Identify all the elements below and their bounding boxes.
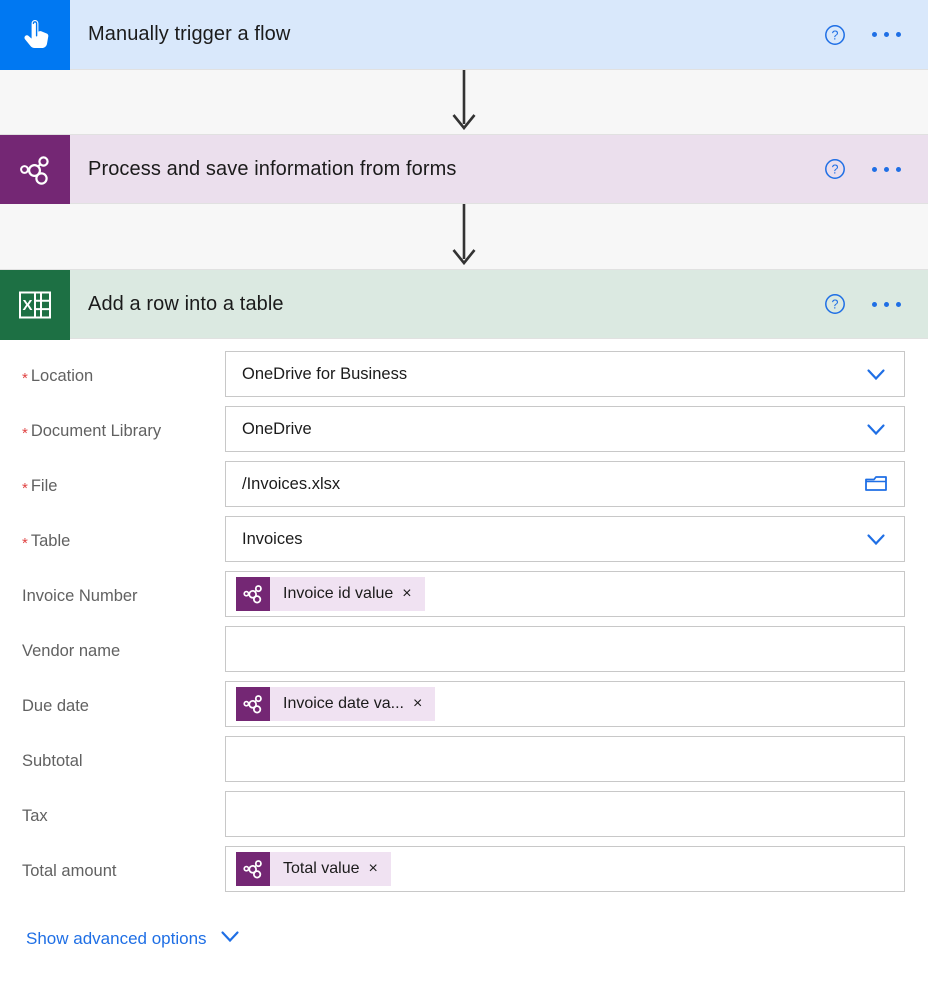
field-label-file: * File xyxy=(0,461,225,496)
field-value: Invoices xyxy=(242,529,303,548)
field-label-text: Total amount xyxy=(22,862,117,880)
excel-add-row-form: * Location OneDrive for Business * Document … xyxy=(0,339,928,954)
field-input-table[interactable]: Invoices xyxy=(225,516,905,562)
field-input-document-library[interactable]: OneDrive xyxy=(225,406,905,452)
touch-tap-icon xyxy=(0,0,70,70)
field-value: /Invoices.xlsx xyxy=(242,474,341,493)
field-label-tax: Tax xyxy=(0,791,225,826)
field-label-document-library: * Document Library xyxy=(0,406,225,441)
required-marker: * xyxy=(22,535,28,552)
required-marker: * xyxy=(22,480,28,497)
field-row-due-date: Due date Invoice date va... × xyxy=(0,681,928,736)
flow-card-actions: ? xyxy=(822,0,928,69)
token-remove-icon[interactable]: × xyxy=(413,696,435,712)
dynamic-content-token[interactable]: Invoice date va... × xyxy=(236,687,436,721)
flow-connector-1 xyxy=(0,70,928,134)
field-row-subtotal: Subtotal xyxy=(0,736,928,791)
field-input-vendor-name[interactable] xyxy=(225,626,905,672)
token-label: Invoice id value xyxy=(283,585,394,602)
field-row-total-amount: Total amount Total value × xyxy=(0,846,928,901)
flow-card-manual-trigger[interactable]: Manually trigger a flow ? xyxy=(0,0,928,70)
chevron-down-icon[interactable] xyxy=(862,360,890,388)
flow-connector-2 xyxy=(0,204,928,269)
field-label-location: * Location xyxy=(0,351,225,386)
token-remove-icon[interactable]: × xyxy=(369,861,391,877)
field-input-invoice-number[interactable]: Invoice id value × xyxy=(225,571,905,617)
help-icon[interactable]: ? xyxy=(822,291,848,317)
folder-icon[interactable] xyxy=(862,470,890,498)
more-options-icon[interactable] xyxy=(864,291,908,317)
help-icon[interactable]: ? xyxy=(822,156,848,182)
help-icon[interactable]: ? xyxy=(822,22,848,48)
flow-designer-canvas: Manually trigger a flow ? Process and sa… xyxy=(0,0,928,999)
field-label-text: Vendor name xyxy=(22,642,121,660)
field-row-document-library: * Document Library OneDrive xyxy=(0,406,928,461)
token-label: Total value xyxy=(283,860,360,877)
svg-text:?: ? xyxy=(832,298,839,312)
field-label-subtotal: Subtotal xyxy=(0,736,225,771)
down-arrow-icon xyxy=(452,70,476,131)
chevron-down-icon xyxy=(217,923,243,954)
field-input-location[interactable]: OneDrive for Business xyxy=(225,351,905,397)
field-input-due-date[interactable]: Invoice date va... × xyxy=(225,681,905,727)
ai-builder-icon xyxy=(0,135,70,205)
field-label-text: Table xyxy=(30,532,71,550)
required-marker: * xyxy=(22,425,28,442)
token-remove-icon[interactable]: × xyxy=(402,586,424,602)
field-value: OneDrive for Business xyxy=(242,364,408,383)
flow-card-excel-add-row[interactable]: X X Add a row into a table ? xyxy=(0,269,928,340)
down-arrow-icon xyxy=(452,204,476,266)
flow-card-actions: ? xyxy=(822,270,928,338)
field-row-location: * Location OneDrive for Business xyxy=(0,351,928,406)
flow-card-actions: ? xyxy=(822,135,928,203)
field-label-text: File xyxy=(30,477,58,495)
field-label-vendor-name: Vendor name xyxy=(0,626,225,661)
field-row-file: * File/Invoices.xlsx xyxy=(0,461,928,516)
required-marker: * xyxy=(22,370,28,387)
svg-text:?: ? xyxy=(832,163,839,177)
field-label-text: Invoice Number xyxy=(22,587,138,605)
field-row-invoice-number: Invoice Number Invoice id value × xyxy=(0,571,928,626)
field-input-file[interactable]: /Invoices.xlsx xyxy=(225,461,905,507)
dynamic-content-token[interactable]: Invoice id value × xyxy=(236,577,425,611)
flow-card-title: Manually trigger a flow xyxy=(88,23,291,45)
ai-builder-icon xyxy=(236,852,270,886)
field-input-subtotal[interactable] xyxy=(225,736,905,782)
field-label-invoice-number: Invoice Number xyxy=(0,571,225,606)
excel-icon: X X xyxy=(0,270,70,340)
field-row-table: * Table Invoices xyxy=(0,516,928,571)
field-label-text: Subtotal xyxy=(22,752,83,770)
field-input-tax[interactable] xyxy=(225,791,905,837)
more-options-icon[interactable] xyxy=(864,22,908,48)
ai-builder-icon xyxy=(236,577,270,611)
show-advanced-options-button[interactable]: Show advanced options xyxy=(0,901,243,954)
chevron-down-icon[interactable] xyxy=(862,525,890,553)
show-advanced-options-label: Show advanced options xyxy=(26,928,207,948)
chevron-down-icon[interactable] xyxy=(862,415,890,443)
field-label-table: * Table xyxy=(0,516,225,551)
field-label-text: Location xyxy=(30,367,94,385)
flow-card-ai-builder-forms[interactable]: Process and save information from forms … xyxy=(0,134,928,205)
svg-text:?: ? xyxy=(832,28,839,42)
dynamic-content-token[interactable]: Total value × xyxy=(236,852,391,886)
field-input-total-amount[interactable]: Total value × xyxy=(225,846,905,892)
svg-text:X: X xyxy=(22,297,32,314)
more-options-icon[interactable] xyxy=(864,156,908,182)
field-label-text: Document Library xyxy=(30,422,162,440)
field-label-total-amount: Total amount xyxy=(0,846,225,881)
field-label-text: Tax xyxy=(22,807,48,825)
flow-card-title: Process and save information from forms xyxy=(88,157,457,180)
field-label-due-date: Due date xyxy=(0,681,225,716)
field-row-vendor-name: Vendor name xyxy=(0,626,928,681)
token-label: Invoice date va... xyxy=(283,695,404,712)
ai-builder-icon xyxy=(236,687,270,721)
field-value: OneDrive xyxy=(242,419,312,438)
flow-card-title: Add a row into a table xyxy=(88,292,284,315)
field-label-text: Due date xyxy=(22,697,89,715)
field-row-tax: Tax xyxy=(0,791,928,846)
